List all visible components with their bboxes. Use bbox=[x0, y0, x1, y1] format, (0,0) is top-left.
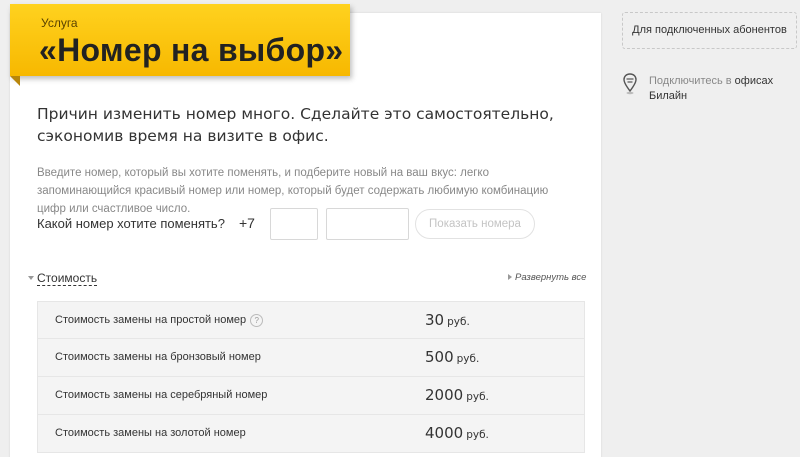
price-currency: руб. bbox=[466, 391, 489, 403]
banner-fold-decoration bbox=[10, 76, 20, 86]
row-price: 30 руб. bbox=[425, 311, 470, 329]
location-pin-icon bbox=[623, 73, 637, 95]
country-prefix: +7 bbox=[239, 215, 255, 231]
expand-all-label: Развернуть все bbox=[515, 272, 587, 283]
service-banner: Услуга «Номер на выбор» bbox=[10, 4, 350, 76]
change-number-label: Какой номер хотите поменять? bbox=[37, 216, 225, 231]
operator-code-input[interactable] bbox=[270, 208, 318, 240]
subscribers-tab[interactable]: Для подключенных абонентов bbox=[622, 12, 797, 49]
row-price: 2000 руб. bbox=[425, 386, 489, 404]
table-row: Стоимость замены на серебряный номер 200… bbox=[37, 377, 585, 415]
table-row: Стоимость замены на простой номер? 30 руб… bbox=[37, 301, 585, 339]
row-price: 500 руб. bbox=[425, 348, 479, 366]
caret-down-icon bbox=[28, 276, 34, 280]
row-name: Стоимость замены на бронзовый номер bbox=[55, 351, 261, 363]
row-name-text: Стоимость замены на простой номер bbox=[55, 314, 247, 326]
price-value: 500 bbox=[425, 348, 454, 366]
expand-all-link[interactable]: Развернуть все bbox=[508, 272, 586, 283]
banner-eyebrow: Услуга bbox=[41, 16, 78, 30]
lead-text: Причин изменить номер много. Сделайте эт… bbox=[37, 105, 554, 145]
row-price: 4000 руб. bbox=[425, 424, 489, 442]
show-numbers-button[interactable]: Показать номера bbox=[415, 209, 535, 239]
table-row: Стоимость замены на золотой номер 4000 ру… bbox=[37, 415, 585, 453]
row-name: Стоимость замены на простой номер? bbox=[55, 314, 264, 327]
help-icon[interactable]: ? bbox=[250, 314, 264, 327]
cost-table: Стоимость замены на простой номер? 30 руб… bbox=[37, 301, 585, 453]
cost-section-title: Стоимость bbox=[37, 271, 98, 286]
price-value: 4000 bbox=[425, 424, 464, 442]
phone-number-input[interactable] bbox=[326, 208, 409, 240]
connect-prefix: Подключитесь в bbox=[649, 75, 735, 87]
caret-right-icon bbox=[508, 274, 512, 280]
price-currency: руб. bbox=[466, 429, 489, 441]
row-name: Стоимость замены на серебряный номер bbox=[55, 389, 268, 401]
table-row: Стоимость замены на бронзовый номер 500 р… bbox=[37, 339, 585, 377]
price-value: 30 bbox=[425, 311, 445, 329]
cost-section-toggle[interactable]: Стоимость bbox=[28, 271, 98, 286]
price-currency: руб. bbox=[447, 316, 470, 328]
page-title: «Номер на выбор» bbox=[39, 32, 344, 68]
price-currency: руб. bbox=[456, 353, 480, 365]
connect-in-office-text: Подключитесь в офисах Билайн bbox=[649, 74, 799, 104]
price-value: 2000 bbox=[425, 386, 464, 404]
change-number-form: Какой номер хотите поменять? +7 Показать… bbox=[37, 208, 577, 240]
row-name: Стоимость замены на золотой номер bbox=[55, 427, 246, 439]
